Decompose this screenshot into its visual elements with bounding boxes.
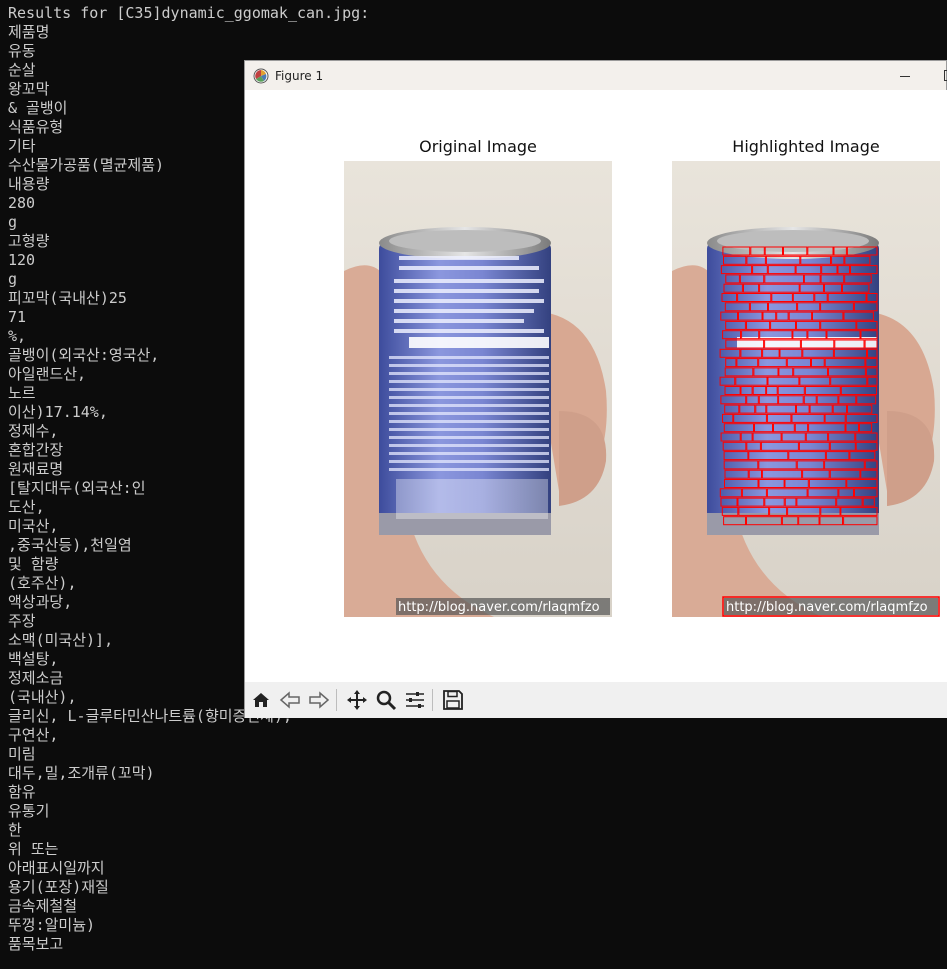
maximize-button[interactable] — [929, 61, 947, 90]
left-subplot-title: Original Image — [419, 137, 537, 156]
configure-subplots-icon — [406, 692, 424, 708]
maximize-icon — [943, 70, 947, 81]
matplotlib-toolbar — [245, 682, 947, 718]
terminal-line: 금속제철철 — [8, 897, 78, 915]
home-icon — [253, 693, 269, 707]
back-icon — [279, 691, 300, 709]
home-button[interactable] — [248, 687, 274, 713]
figure-canvas[interactable]: Original Image Highlighted Image http://… — [245, 90, 947, 682]
highlighted-image: http://blog.naver.com/rlaqmfzo — [672, 161, 940, 617]
pan-button[interactable] — [344, 687, 370, 713]
figure-window: Figure 1 Original Image Highlighted Imag… — [244, 60, 947, 718]
matplotlib-app-icon — [253, 68, 269, 83]
terminal-line: 구연산, — [8, 726, 59, 744]
watermark-text-highlighted: http://blog.naver.com/rlaqmfzo — [726, 600, 928, 615]
terminal-line: 용기(포장)재질 — [8, 878, 109, 896]
terminal-line: 위 또는 — [8, 840, 59, 858]
watermark-text: http://blog.naver.com/rlaqmfzo — [398, 600, 600, 615]
terminal-line: 아래표시일까지 — [8, 859, 105, 877]
terminal-line: 미림 — [8, 745, 36, 763]
minimize-icon — [900, 76, 910, 77]
window-title: Figure 1 — [275, 68, 324, 83]
right-subplot-title: Highlighted Image — [732, 137, 880, 156]
terminal-line: 함유 — [8, 783, 36, 801]
pan-icon — [347, 690, 367, 710]
back-button[interactable] — [277, 687, 303, 713]
terminal-line: 뚜껑:알미늄) — [8, 916, 96, 934]
save-button[interactable] — [440, 687, 466, 713]
terminal-line: 유통기 — [8, 802, 50, 820]
forward-button[interactable] — [306, 687, 332, 713]
terminal-line: 유동 — [8, 42, 36, 60]
save-icon — [443, 690, 463, 710]
toolbar-separator — [432, 689, 433, 711]
minimize-button[interactable] — [885, 61, 925, 90]
configure-subplots-button[interactable] — [402, 687, 428, 713]
terminal-line: 한 — [8, 821, 22, 839]
forward-icon — [309, 691, 330, 709]
toolbar-separator — [336, 689, 337, 711]
terminal-line: Results for [C35]dynamic_ggomak_can.jpg: — [8, 4, 370, 22]
terminal-line: 대두,밀,조개류(꼬막) — [8, 764, 155, 782]
terminal-line: 제품명 — [8, 23, 50, 41]
zoom-button[interactable] — [373, 687, 399, 713]
zoom-icon — [376, 690, 397, 711]
window-titlebar[interactable]: Figure 1 — [245, 61, 947, 90]
terminal-line: 품목보고 — [8, 935, 64, 953]
original-image: http://blog.naver.com/rlaqmfzo — [344, 161, 612, 617]
